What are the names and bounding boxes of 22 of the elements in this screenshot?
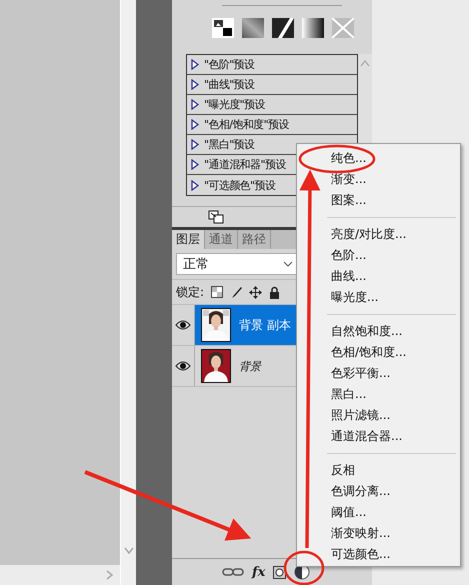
menu-item[interactable]: 照片滤镜...: [327, 405, 460, 426]
menu-item[interactable]: 通道混合器...: [327, 426, 460, 447]
layer-name: 背景: [239, 358, 261, 374]
menu-item[interactable]: 色阶...: [327, 245, 460, 266]
menu-item[interactable]: 曲线...: [327, 266, 460, 287]
menu-item[interactable]: 阈值...: [327, 502, 460, 523]
menu-item[interactable]: 黑白...: [327, 384, 460, 405]
preset-item[interactable]: "色相/饱和度"预设: [187, 115, 357, 135]
menu-item[interactable]: 渐变映射...: [327, 523, 460, 544]
layer-style-button[interactable]: fx: [252, 564, 266, 580]
menu-item[interactable]: 曝光度...: [327, 287, 460, 308]
preset-item[interactable]: "曲线"预设: [187, 75, 357, 95]
lock-label: 锁定:: [176, 284, 204, 300]
panel-tab[interactable]: 图层: [172, 230, 205, 249]
layer-name: 背景 副本: [239, 316, 291, 334]
preset-item[interactable]: "曝光度"预设: [187, 95, 357, 115]
preset-item[interactable]: "色阶"预设: [187, 55, 357, 75]
menu-item[interactable]: 图案...: [327, 190, 460, 211]
menu-item[interactable]: 色调分离...: [327, 481, 460, 502]
menu-item[interactable]: 可选颜色...: [327, 544, 460, 565]
menu-item[interactable]: 亮度/对比度...: [327, 224, 460, 245]
menu-item[interactable]: 反相: [327, 460, 460, 481]
